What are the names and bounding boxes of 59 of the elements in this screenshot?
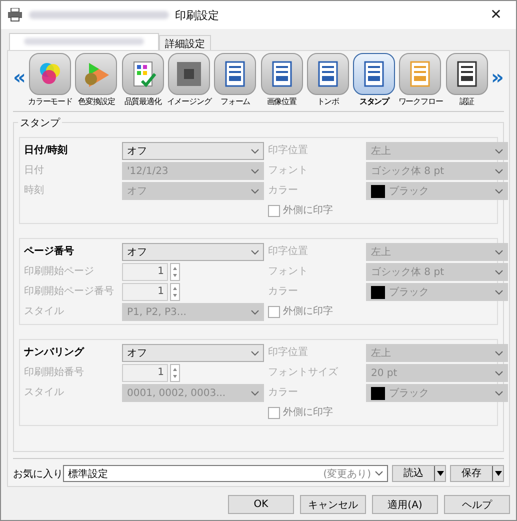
chevron-down-icon (495, 370, 503, 376)
field-label: 時刻 (24, 184, 45, 198)
chevron-down-icon (495, 390, 503, 396)
chevron-down-icon (495, 148, 503, 154)
field-label: 印刷開始ページ (24, 264, 95, 279)
field-label: 日付 (24, 164, 45, 178)
spin-arrows-icon[interactable] (170, 263, 180, 281)
field-label: ページ番号 (24, 244, 75, 259)
field-label: 印刷開始ページ番号 (24, 284, 115, 299)
field-label: カラー (268, 386, 299, 400)
favorites-dropdown[interactable]: 標準設定 (変更あり) (63, 465, 388, 482)
field-label: 日付/時刻 (24, 144, 69, 158)
field-label: 印字位置 (268, 144, 309, 158)
dialog-button[interactable]: 適用(A) (372, 495, 438, 514)
chevron-down-icon (495, 270, 503, 274)
dialog-button[interactable]: キャンセル (300, 495, 366, 514)
chevron-down-icon (495, 250, 503, 254)
field-label: ナンバリング (24, 346, 86, 360)
field-label: 印刷開始番号 (24, 366, 85, 380)
dialog-button[interactable]: OK (228, 495, 294, 514)
field-label: 印字位置 (268, 346, 309, 360)
next-button[interactable]: » (491, 65, 504, 89)
field-label: フォントサイズ (268, 366, 339, 380)
split-button[interactable]: 保存 (450, 465, 504, 482)
chevron-down-icon (251, 350, 259, 356)
chevron-down-icon (251, 250, 259, 254)
window-title: 印刷設定 (175, 8, 220, 22)
chevron-down-icon (495, 168, 503, 174)
field-label: フォント (268, 164, 309, 178)
chevron-down-icon (375, 471, 383, 476)
dropdown-arrow-icon (494, 471, 502, 476)
chevron-down-icon (251, 310, 259, 314)
field-label: カラー (268, 285, 299, 299)
chevron-down-icon (251, 188, 259, 194)
field-label: フォント (268, 265, 309, 279)
field-label: スタイル (24, 305, 65, 319)
chevron-down-icon (495, 188, 503, 194)
spin-arrows-icon[interactable] (170, 283, 180, 301)
dialog-button[interactable]: ヘルプ (444, 495, 510, 514)
field-label: スタイル (24, 386, 65, 400)
previous-button[interactable]: « (13, 65, 26, 89)
field-label: カラー (268, 184, 299, 198)
favorites-label: お気に入り (13, 468, 59, 480)
dropdown[interactable]: オフ (122, 344, 264, 362)
chevron-down-icon (251, 390, 259, 396)
field-label: 印字位置 (268, 244, 309, 259)
printer-icon (7, 8, 23, 22)
chevron-down-icon (251, 168, 259, 174)
split-button[interactable]: 読込 (392, 465, 446, 482)
group-title: スタンプ (18, 116, 62, 130)
dropdown[interactable]: オフ (122, 142, 264, 160)
chevron-down-icon (495, 290, 503, 294)
spin-arrows-icon[interactable] (170, 364, 180, 382)
tab[interactable]: 詳細設定 (159, 35, 211, 50)
chevron-down-icon (251, 148, 259, 154)
dropdown[interactable]: オフ (122, 243, 264, 261)
dropdown-arrow-icon (436, 471, 444, 476)
close-button[interactable]: ✕ (476, 1, 516, 29)
chevron-down-icon (495, 350, 503, 356)
